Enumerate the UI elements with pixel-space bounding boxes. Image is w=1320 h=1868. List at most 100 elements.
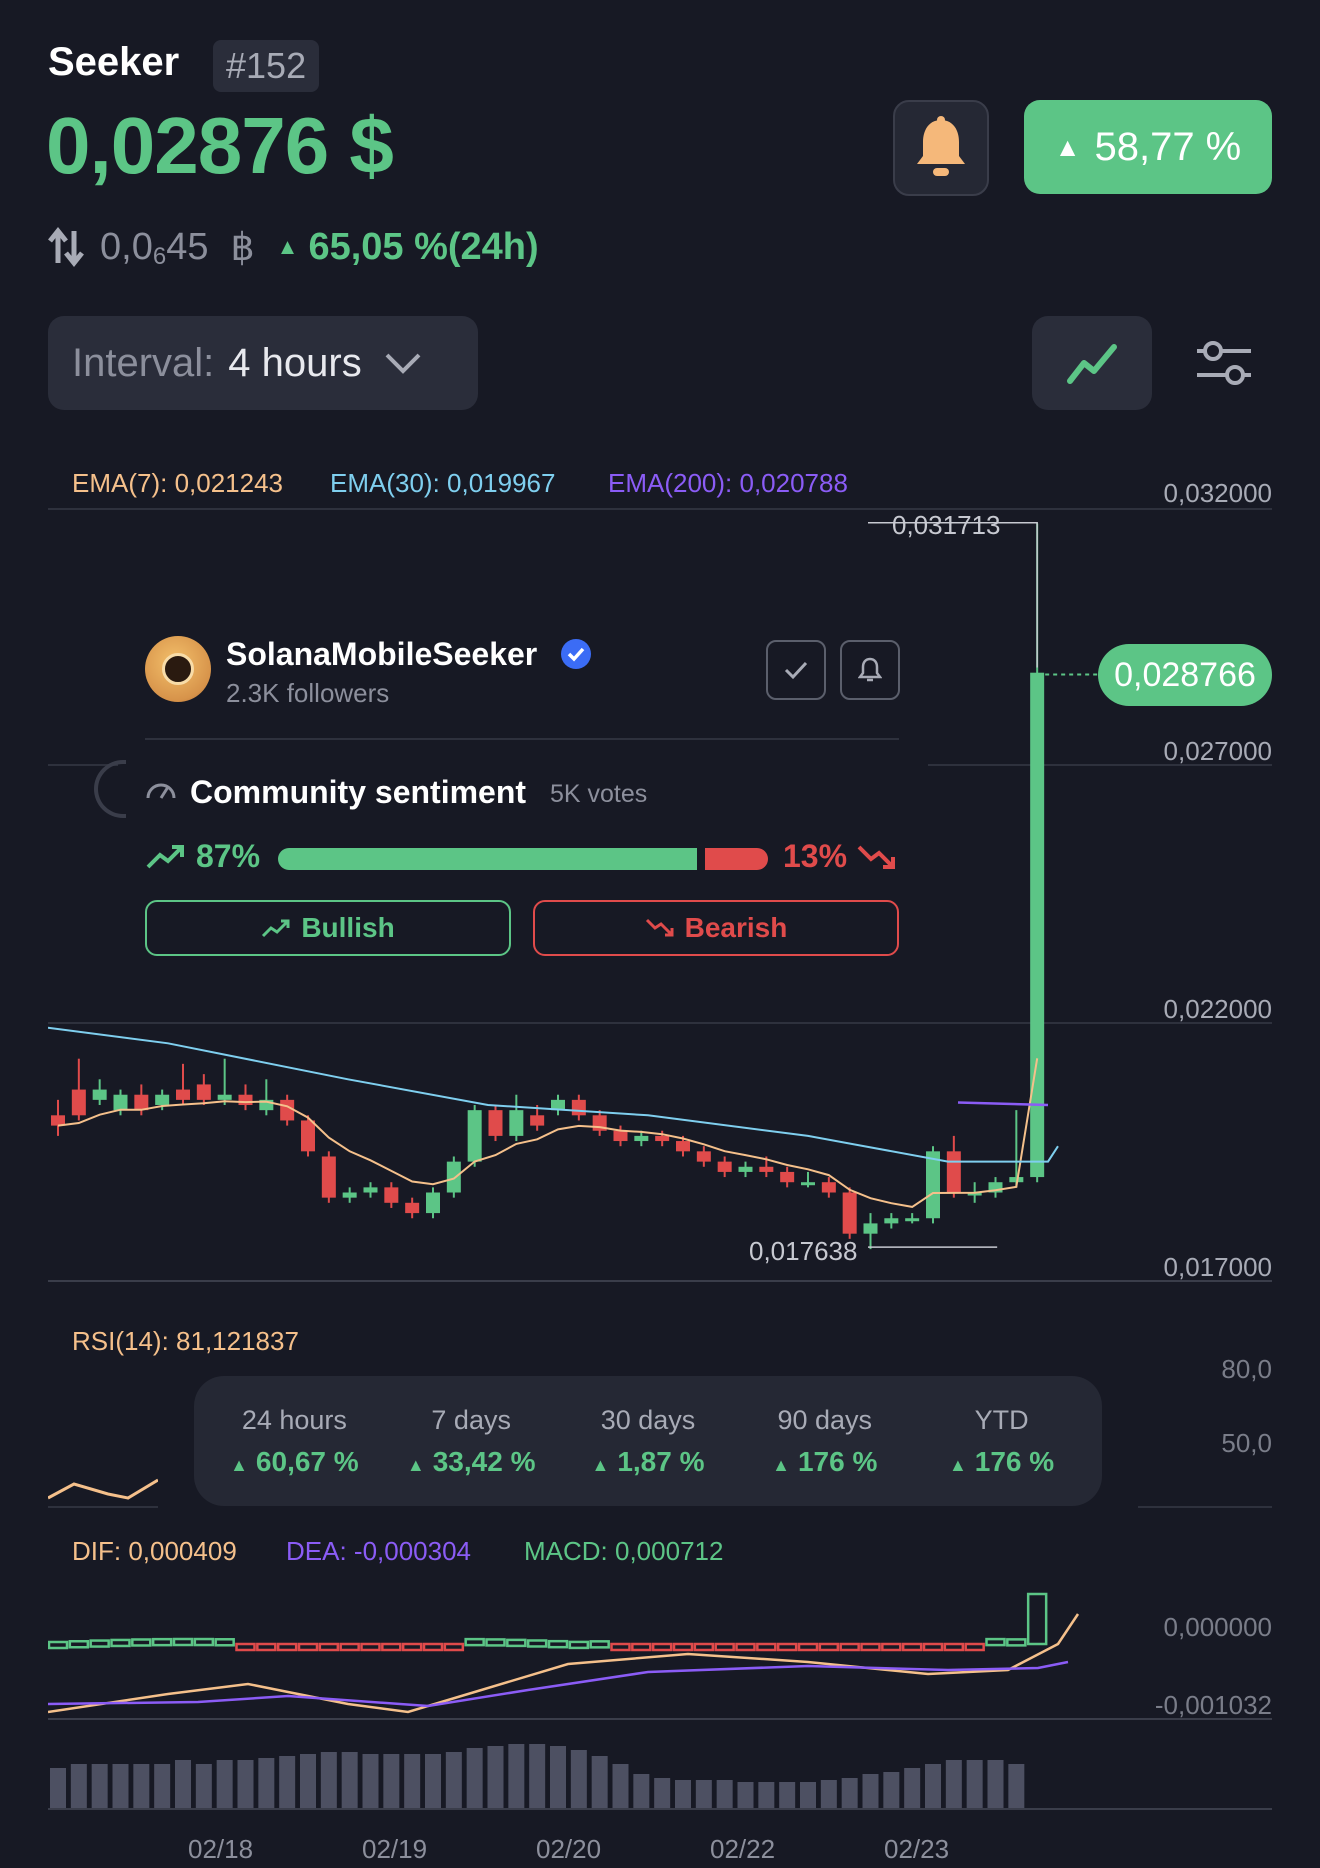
candle-body <box>176 1089 190 1100</box>
volume-bar <box>154 1764 171 1808</box>
triangle-up-icon: ▲ <box>948 1454 967 1475</box>
card-divider <box>145 738 899 740</box>
candle-body <box>946 1151 961 1193</box>
performance-period: YTD <box>974 1404 1029 1435</box>
volume-bar <box>695 1780 712 1808</box>
volume-bar <box>987 1760 1004 1808</box>
performance-period: 24 hours <box>241 1404 347 1435</box>
performance-value: ▲ 60,67 % <box>224 1446 364 1478</box>
candle-body <box>863 1223 878 1234</box>
candle-body <box>801 1182 815 1186</box>
candle-body <box>884 1218 899 1224</box>
macd-bar <box>297 1642 319 1652</box>
macd-bar <box>735 1642 756 1652</box>
volume-baseline <box>48 1808 1272 1810</box>
high-annotation: 0,031713 <box>892 510 1001 540</box>
macd-bar <box>693 1642 715 1652</box>
sentiment-votes: 5K votes <box>550 780 648 808</box>
rank-badge: #152 <box>213 40 320 92</box>
volume-bar <box>383 1754 400 1808</box>
volume-bar <box>841 1778 858 1808</box>
candle-body <box>821 1182 836 1193</box>
ema7-line <box>57 1058 1039 1208</box>
performance-period: 30 days <box>600 1404 696 1435</box>
macd-bar <box>256 1642 277 1652</box>
macd-bar <box>964 1642 985 1652</box>
volume-bar <box>216 1760 233 1808</box>
avatar[interactable] <box>145 636 211 702</box>
volume-bar <box>591 1756 608 1808</box>
candle-body <box>217 1094 232 1100</box>
volume-bar <box>633 1774 650 1808</box>
macd-bar <box>526 1639 548 1648</box>
alert-button[interactable] <box>893 100 989 196</box>
rsi-baseline <box>48 1506 158 1508</box>
macd-label: MACD: 0,000712 <box>524 1536 724 1566</box>
candle-body <box>280 1099 295 1121</box>
change-badge: ▲ 58,77 % <box>1024 100 1272 194</box>
volume-bar <box>112 1764 129 1808</box>
performance-value: ▲ 1,87 % <box>578 1446 718 1478</box>
sentiment-title: Community sentiment <box>190 774 527 810</box>
macd-bar <box>881 1642 902 1652</box>
macd-bar <box>714 1642 735 1652</box>
profile-name[interactable]: SolanaMobileSeeker <box>226 636 537 673</box>
macd-bar <box>506 1638 527 1648</box>
bear-bar <box>705 848 768 870</box>
price: 0,02876 $ <box>46 101 394 190</box>
follow-button[interactable] <box>766 640 826 700</box>
bearish-button[interactable]: Bearish <box>533 900 899 956</box>
candle-body <box>426 1192 440 1214</box>
interval-selector[interactable]: Interval: 4 hours <box>48 316 478 410</box>
macd-bar <box>943 1642 965 1652</box>
performance-cell: 90 days ▲ 176 % <box>755 1405 895 1478</box>
change-badge-value: 58,77 % <box>1094 124 1242 169</box>
ema30-label: EMA(30): 0,019967 <box>330 468 556 498</box>
candle-body <box>134 1094 149 1111</box>
performance-value-text: 33,42 % <box>432 1445 536 1477</box>
performance-value-text: 176 % <box>797 1445 878 1477</box>
volume-bar <box>300 1754 316 1808</box>
date-label: 02/22 <box>710 1834 776 1864</box>
bullish-button[interactable]: Bullish <box>145 900 511 956</box>
macd-bar <box>401 1642 423 1652</box>
candle-body <box>509 1110 524 1136</box>
macd-bar <box>901 1642 923 1652</box>
macd-bar <box>443 1642 465 1652</box>
sentiment-bar <box>278 848 768 870</box>
volume-bar <box>654 1778 671 1808</box>
verified-icon <box>561 639 591 669</box>
candle-body <box>71 1089 86 1116</box>
candle-body <box>759 1166 774 1172</box>
macd-bar <box>839 1642 860 1652</box>
btc-symbol: ฿ <box>230 226 255 269</box>
performance-value-text: 176 % <box>974 1445 1055 1477</box>
rsi-label: RSI(14): 81,121837 <box>72 1326 299 1356</box>
candle-body <box>342 1192 357 1198</box>
notify-button[interactable] <box>840 640 900 700</box>
date-label: 02/20 <box>536 1834 602 1864</box>
macd-bar <box>172 1637 194 1647</box>
dea-line <box>48 1660 1069 1708</box>
chart-settings-button[interactable] <box>1186 330 1262 396</box>
candle-body <box>613 1130 628 1142</box>
rsi-axis-label: 80,0 <box>1221 1354 1272 1384</box>
volume-bar <box>945 1760 962 1808</box>
trend-up-icon <box>146 845 184 869</box>
macd-axis-label: -0,001032 <box>1154 1690 1272 1720</box>
macd-bar <box>193 1637 215 1647</box>
performance-value: ▲ 176 % <box>755 1446 895 1478</box>
candle-body <box>655 1135 670 1142</box>
avatar-logo <box>162 653 194 685</box>
line-chart-toggle[interactable] <box>1032 316 1152 410</box>
candle-body <box>842 1192 857 1234</box>
macd-bar <box>672 1642 694 1652</box>
candle-body <box>301 1120 315 1152</box>
volume-bar <box>70 1764 87 1808</box>
macd-bar <box>131 1638 152 1647</box>
price-axis-label: 0,017000 <box>1163 1252 1272 1282</box>
check-icon <box>784 661 808 680</box>
date-label: 02/18 <box>188 1834 254 1864</box>
bear-percent: 13% <box>783 838 848 874</box>
bell-outline-icon <box>858 657 882 682</box>
